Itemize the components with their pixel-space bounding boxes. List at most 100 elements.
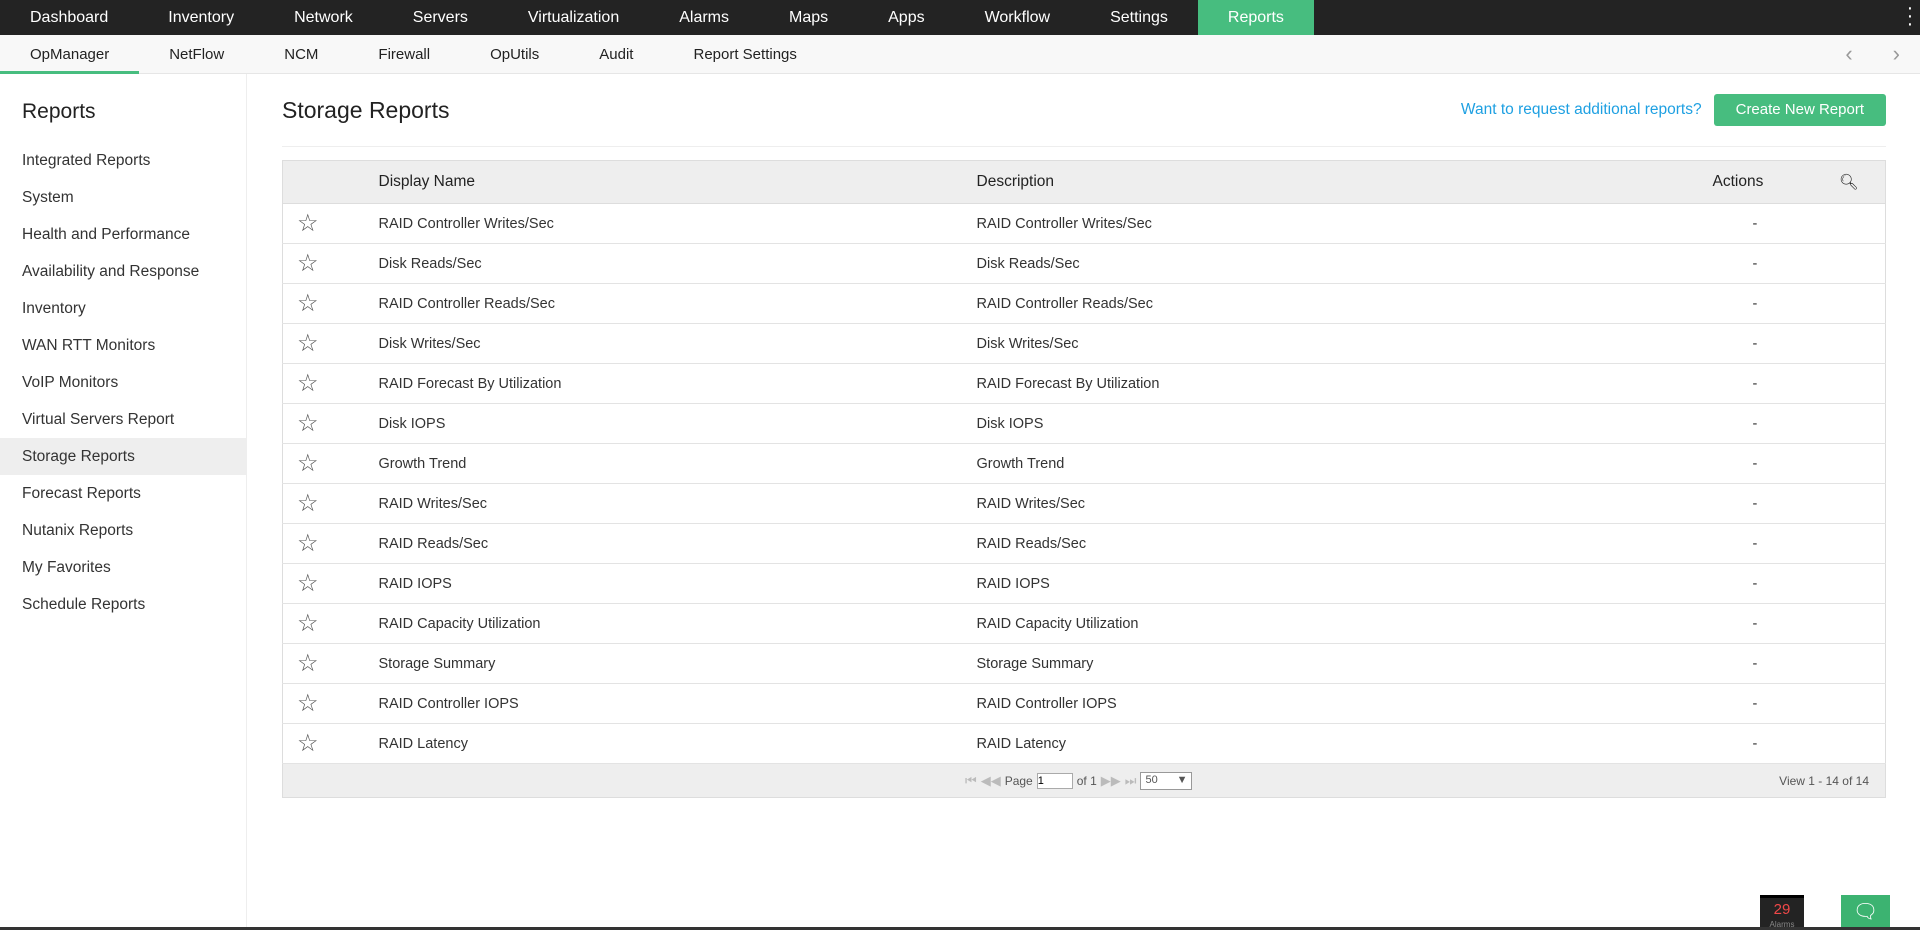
favorite-star-icon[interactable]: ☆ [282, 563, 333, 604]
report-name-link[interactable]: RAID Latency [332, 723, 973, 764]
report-name-link[interactable]: RAID Controller Reads/Sec [332, 283, 973, 324]
nav-alarms[interactable]: Alarms [649, 0, 759, 35]
report-actions: - [1712, 203, 1813, 244]
sidebar-item[interactable]: My Favorites [0, 549, 246, 586]
favorite-star-icon[interactable]: ☆ [282, 443, 333, 484]
alarms-badge[interactable]: 29 Alarms [1760, 895, 1804, 930]
table-row: ☆ RAID Capacity Utilization RAID Capacit… [282, 603, 1886, 644]
view-range: View 1 - 14 of 14 [1779, 773, 1869, 788]
header-display-name[interactable]: Display Name [332, 160, 973, 204]
favorite-star-icon[interactable]: ☆ [282, 283, 333, 324]
favorite-star-icon[interactable]: ☆ [282, 323, 333, 364]
nav-dashboard[interactable]: Dashboard [0, 0, 138, 35]
nav-workflow[interactable]: Workflow [955, 0, 1081, 35]
report-actions: - [1712, 323, 1813, 364]
report-name-link[interactable]: RAID Controller IOPS [332, 683, 973, 724]
create-new-report-button[interactable]: Create New Report [1713, 94, 1886, 126]
prev-page-icon[interactable]: ◀◀ [981, 773, 1001, 789]
table-row: ☆ RAID IOPS RAID IOPS - [282, 563, 1886, 604]
table-row: ☆ RAID Controller Reads/Sec RAID Control… [282, 283, 1886, 324]
first-page-icon[interactable]: ⏮ [965, 773, 977, 789]
page-title: Storage Reports [282, 96, 450, 123]
report-name-link[interactable]: RAID Forecast By Utilization [332, 363, 973, 404]
table-row: ☆ RAID Controller IOPS RAID Controller I… [282, 683, 1886, 724]
sidebar-item[interactable]: Integrated Reports [0, 142, 246, 179]
favorite-star-icon[interactable]: ☆ [282, 363, 333, 404]
pager: ⏮ ◀◀ Page of 1 ▶▶ ⏭ 50▼ View 1 - 14 of 1… [282, 764, 1886, 798]
sidebar-item[interactable]: Health and Performance [0, 216, 246, 253]
header-description[interactable]: Description [972, 160, 1713, 204]
subnav-firewall[interactable]: Firewall [348, 35, 460, 73]
favorite-star-icon[interactable]: ☆ [282, 403, 333, 444]
report-actions: - [1712, 643, 1813, 684]
report-name-link[interactable]: RAID Controller Writes/Sec [332, 203, 973, 244]
last-page-icon[interactable]: ⏭ [1125, 773, 1137, 789]
sidebar-item[interactable]: Forecast Reports [0, 475, 246, 512]
subnav-opmanager[interactable]: OpManager [0, 35, 140, 74]
report-name-link[interactable]: RAID Capacity Utilization [332, 603, 973, 644]
report-description: RAID Latency [972, 723, 1713, 764]
report-actions: - [1712, 283, 1813, 324]
report-description: RAID Capacity Utilization [972, 603, 1713, 644]
nav-settings[interactable]: Settings [1080, 0, 1198, 35]
page-size-select[interactable]: 50 ▼ [1140, 771, 1193, 790]
favorite-star-icon[interactable]: ☆ [282, 523, 333, 564]
report-description: RAID Controller Writes/Sec [972, 203, 1713, 244]
nav-virtualization[interactable]: Virtualization [498, 0, 649, 35]
more-menu-icon[interactable]: · · · [1906, 0, 1914, 34]
chat-icon[interactable]: 🗨︎ [1841, 895, 1890, 930]
report-description: RAID Controller IOPS [972, 683, 1713, 724]
nav-apps[interactable]: Apps [858, 0, 954, 35]
report-description: RAID IOPS [972, 563, 1713, 604]
sidebar-item[interactable]: Availability and Response [0, 253, 246, 290]
sidebar-item[interactable]: Inventory [0, 290, 246, 327]
report-name-link[interactable]: Growth Trend [332, 443, 973, 484]
favorite-star-icon[interactable]: ☆ [282, 643, 333, 684]
favorite-star-icon[interactable]: ☆ [282, 483, 333, 524]
subnav-report-settings[interactable]: Report Settings [663, 35, 826, 73]
favorite-star-icon[interactable]: ☆ [282, 243, 333, 284]
sidebar-item[interactable]: Virtual Servers Report [0, 401, 246, 438]
scroll-left-icon[interactable]: ‹ [1845, 41, 1852, 67]
report-name-link[interactable]: Disk IOPS [332, 403, 973, 444]
scroll-right-icon[interactable]: › [1893, 41, 1900, 67]
report-actions: - [1712, 483, 1813, 524]
nav-inventory[interactable]: Inventory [138, 0, 264, 35]
subnav-ncm[interactable]: NCM [254, 35, 348, 73]
sidebar-item[interactable]: Storage Reports [0, 438, 246, 475]
request-reports-link[interactable]: Want to request additional reports? [1461, 101, 1702, 119]
report-name-link[interactable]: Disk Writes/Sec [332, 323, 973, 364]
favorite-star-icon[interactable]: ☆ [282, 603, 333, 644]
report-name-link[interactable]: RAID Writes/Sec [332, 483, 973, 524]
sidebar-item[interactable]: WAN RTT Monitors [0, 327, 246, 364]
sidebar-item[interactable]: Schedule Reports [0, 586, 246, 623]
sidebar-item[interactable]: Nutanix Reports [0, 512, 246, 549]
page-input[interactable] [1036, 772, 1073, 789]
favorite-star-icon[interactable]: ☆ [282, 683, 333, 724]
nav-network[interactable]: Network [264, 0, 383, 35]
nav-servers[interactable]: Servers [383, 0, 498, 35]
table-row: ☆ Disk IOPS Disk IOPS - [282, 403, 1886, 444]
report-description: Storage Summary [972, 643, 1713, 684]
next-page-icon[interactable]: ▶▶ [1101, 773, 1121, 789]
table-row: ☆ RAID Forecast By Utilization RAID Fore… [282, 363, 1886, 404]
favorite-star-icon[interactable]: ☆ [282, 203, 333, 244]
search-icon[interactable]: 🔍︎ [1812, 160, 1886, 204]
report-name-link[interactable]: RAID Reads/Sec [332, 523, 973, 564]
sidebar-item[interactable]: VoIP Monitors [0, 364, 246, 401]
nav-reports[interactable]: Reports [1197, 0, 1314, 35]
report-description: RAID Forecast By Utilization [972, 363, 1713, 404]
subnav-oputils[interactable]: OpUtils [460, 35, 569, 73]
report-actions: - [1712, 683, 1813, 724]
report-name-link[interactable]: Storage Summary [332, 643, 973, 684]
subnav-audit[interactable]: Audit [569, 35, 663, 73]
subnav-netflow[interactable]: NetFlow [139, 35, 254, 73]
report-actions: - [1712, 403, 1813, 444]
report-name-link[interactable]: RAID IOPS [332, 563, 973, 604]
favorite-star-icon[interactable]: ☆ [282, 723, 333, 764]
table-row: ☆ Disk Reads/Sec Disk Reads/Sec - [282, 243, 1886, 284]
sidebar-item[interactable]: System [0, 179, 246, 216]
report-description: Growth Trend [972, 443, 1713, 484]
report-name-link[interactable]: Disk Reads/Sec [332, 243, 973, 284]
nav-maps[interactable]: Maps [759, 0, 858, 35]
